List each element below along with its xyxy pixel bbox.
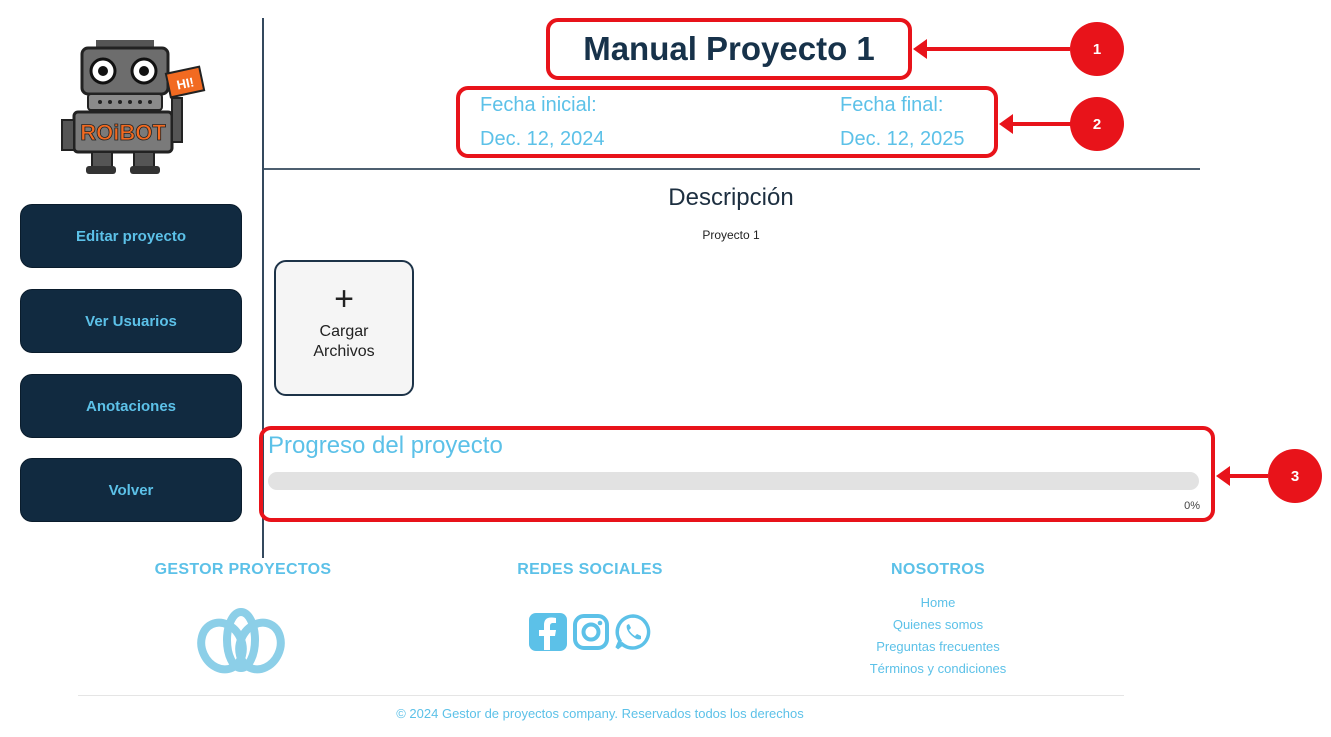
footer-brand-title: GESTOR PROYECTOS [154,561,332,578]
upload-files-label: Cargar Archivos [313,323,375,360]
callout-arrow-3 [1216,466,1268,486]
footer-links: Home Quienes somos Preguntas frecuentes … [838,592,1038,680]
view-users-button[interactable]: Ver Usuarios [20,289,242,353]
lotus-logo-icon [197,608,285,674]
copyright-text: © 2024 Gestor de proyectos company. Rese… [396,706,804,721]
instagram-icon[interactable] [571,612,611,652]
callout-badge-1: 1 [1070,22,1124,76]
footer-link-home[interactable]: Home [838,592,1038,614]
svg-text:ROiBOT: ROiBOT [80,120,166,145]
upload-files-button[interactable]: + Cargar Archivos [274,260,414,396]
back-button[interactable]: Volver [20,458,242,522]
footer-divider [78,695,1124,696]
footer-link-about[interactable]: Quienes somos [838,614,1038,636]
callout-box-title [546,18,912,80]
robot-logo-icon: ROiBOT HI! [61,40,206,174]
header-divider [264,168,1200,170]
description-text: Proyecto 1 [702,228,760,242]
callout-box-dates [456,86,998,158]
callout-badge-3: 3 [1268,449,1322,503]
edit-project-button[interactable]: Editar proyecto [20,204,242,268]
callout-badge-2: 2 [1070,97,1124,151]
description-heading: Descripción [668,184,794,211]
footer-link-terms[interactable]: Términos y condiciones [838,658,1038,680]
annotations-button[interactable]: Anotaciones [20,374,242,438]
callout-arrow-1 [913,39,1070,59]
plus-icon: + [334,280,354,318]
whatsapp-icon[interactable] [613,612,653,652]
footer-link-faq[interactable]: Preguntas frecuentes [838,636,1038,658]
footer-about-title: NOSOTROS [891,561,985,578]
footer-social-title: REDES SOCIALES [517,561,663,578]
callout-arrow-2 [999,114,1071,134]
facebook-icon[interactable] [528,612,568,652]
callout-box-progress [259,426,1215,522]
